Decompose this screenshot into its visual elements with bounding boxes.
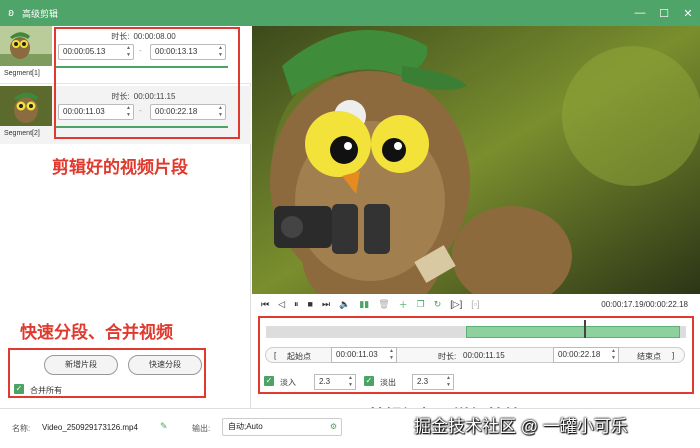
annotation-box-clips	[54, 27, 240, 139]
window-title: 高级剪辑	[22, 8, 59, 19]
fade-in-label: 淡入	[280, 378, 296, 387]
timeline-selection[interactable]	[466, 326, 680, 338]
add-segment-button[interactable]: 新增片段	[44, 355, 118, 375]
name-label: 名称:	[12, 424, 31, 433]
spin-icon[interactable]: ▲ ▼	[348, 375, 353, 389]
bracket-icon[interactable]: [▷]	[450, 299, 462, 310]
pause-icon[interactable]: ⏸	[294, 299, 299, 310]
segment-thumbnail[interactable]: Segment[1]	[0, 26, 52, 84]
close-button[interactable]: ✕	[676, 7, 700, 20]
fade-out-label: 淡出	[380, 378, 396, 387]
refresh-icon[interactable]: ↻	[434, 299, 442, 310]
watermark-text: 掘金技术社区 @ 一罐小可乐	[414, 417, 628, 436]
crop-icon[interactable]: [▫]	[471, 299, 479, 309]
video-preview[interactable]	[252, 26, 700, 294]
segment-label: Segment[1]	[4, 70, 40, 77]
merge-all-label: 合并所有	[30, 386, 62, 395]
start-point-button[interactable]: 起始点	[287, 351, 311, 362]
output-label: 输出:	[192, 424, 211, 433]
volume-icon[interactable]: 🔈	[339, 299, 350, 310]
step-back-icon[interactable]: ◁	[278, 299, 285, 310]
fade-out-checkbox[interactable]: ✓	[364, 376, 374, 386]
minimize-button[interactable]: —	[628, 7, 652, 19]
add-icon[interactable]: ＋	[399, 298, 408, 311]
bracket-close: ]	[672, 351, 675, 360]
split-icon[interactable]: ▮▮	[359, 299, 369, 310]
quick-split-button[interactable]: 快速分段	[128, 355, 202, 375]
spin-icon[interactable]: ▲ ▼	[446, 375, 451, 389]
stop-icon[interactable]: ■	[308, 299, 313, 309]
segment-label: Segment[2]	[4, 130, 40, 137]
merge-all-checkbox[interactable]: ✓	[14, 384, 24, 394]
output-select[interactable]: 自动;Auto ⚙	[222, 418, 342, 436]
fade-in-checkbox[interactable]: ✓	[264, 376, 274, 386]
fade-in-input[interactable]: 2.3 ▲ ▼	[314, 374, 356, 390]
edit-icon[interactable]: ✎	[160, 421, 168, 432]
timeline-track[interactable]	[266, 320, 686, 338]
duration-value: 00:00:11.15	[463, 351, 505, 360]
copy-icon[interactable]: ❐	[417, 299, 425, 310]
player-controls: ⏮ ◁ ⏸ ■ ⏭ 🔈 ▮▮ 🗑 ＋ ❐ ↻ [▷] [▫] 00:00:17.…	[252, 294, 700, 314]
title-bar: ʚ 高级剪辑 — ☐ ✕	[0, 0, 700, 26]
next-frame-icon[interactable]: ⏭	[322, 299, 330, 310]
rabbit-logo-icon: ʚ	[8, 7, 14, 19]
annotation-split-merge: 快速分段、合并视频	[20, 323, 173, 342]
owl-thumbnail-icon	[0, 26, 52, 66]
spin-icon[interactable]: ▲ ▼	[611, 348, 616, 362]
duration-label: 时长:	[438, 352, 457, 361]
end-point-button[interactable]: 结束点	[637, 351, 661, 362]
end-time-input[interactable]: 00:00:22.18 ▲ ▼	[553, 347, 619, 363]
spin-icon[interactable]: ▲ ▼	[389, 348, 394, 362]
gear-icon[interactable]: ⚙	[330, 419, 337, 435]
playback-time: 00:00:17.19/00:00:22.18	[601, 299, 688, 309]
file-name: Video_250929173126.mp4	[42, 423, 138, 432]
annotation-clips: 剪辑好的视频片段	[52, 158, 188, 177]
playhead[interactable]	[584, 320, 586, 338]
prev-frame-icon[interactable]: ⏮	[261, 299, 269, 310]
segment-thumbnail[interactable]: Segment[2]	[0, 86, 52, 144]
start-time-input[interactable]: 00:00:11.03 ▲ ▼	[331, 347, 397, 363]
owl-video-frame	[252, 26, 700, 294]
maximize-button[interactable]: ☐	[652, 7, 676, 20]
delete-icon[interactable]: 🗑	[378, 299, 389, 310]
fade-out-input[interactable]: 2.3 ▲ ▼	[412, 374, 454, 390]
bracket-open: [	[274, 351, 277, 360]
owl-thumbnail-icon	[0, 86, 52, 126]
window-controls: — ☐ ✕	[628, 0, 700, 26]
